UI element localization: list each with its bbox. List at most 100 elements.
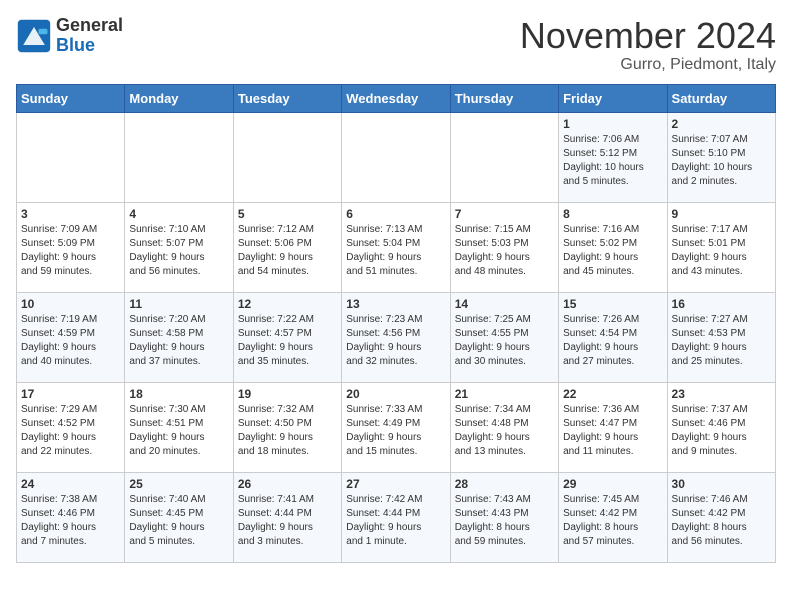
calendar-cell: 29Sunrise: 7:45 AM Sunset: 4:42 PM Dayli… (559, 472, 667, 562)
day-info: Sunrise: 7:30 AM Sunset: 4:51 PM Dayligh… (129, 403, 228, 459)
day-number: 20 (346, 387, 445, 401)
calendar-week-3: 10 Sunrise: 7:19 AM Sunset: 4:59 PM Dayli… (17, 292, 776, 382)
logo-icon (16, 18, 52, 54)
weekday-header-sunday: Sunday (17, 84, 125, 112)
calendar-cell: 10 Sunrise: 7:19 AM Sunset: 4:59 PM Dayli… (17, 292, 125, 382)
day-number: 29 (563, 477, 662, 491)
calendar-week-2: 3 Sunrise: 7:09 AM Sunset: 5:09 PM Daylig… (17, 202, 776, 292)
day-number: 18 (129, 387, 228, 401)
day-number: 1 (563, 117, 662, 131)
day-number: 8 (563, 207, 662, 221)
calendar-cell: 15Sunrise: 7:26 AM Sunset: 4:54 PM Dayli… (559, 292, 667, 382)
day-info: Sunrise: 7:46 AM Sunset: 4:42 PM Dayligh… (672, 493, 771, 549)
calendar-cell: 23 Sunrise: 7:37 AM Sunset: 4:46 PM Dayli… (667, 382, 775, 472)
day-info: Sunrise: 7:26 AM Sunset: 4:54 PM Dayligh… (563, 313, 662, 369)
day-info: Sunrise: 7:36 AM Sunset: 4:47 PM Dayligh… (563, 403, 662, 459)
calendar-table: SundayMondayTuesdayWednesdayThursdayFrid… (16, 84, 776, 563)
day-info: Sunrise: 7:22 AM Sunset: 4:57 PM Dayligh… (238, 313, 337, 369)
day-info: Sunrise: 7:37 AM Sunset: 4:46 PM Dayligh… (672, 403, 771, 459)
calendar-cell: 24 Sunrise: 7:38 AM Sunset: 4:46 PM Dayli… (17, 472, 125, 562)
day-number: 10 (21, 297, 120, 311)
weekday-header-tuesday: Tuesday (233, 84, 341, 112)
day-number: 25 (129, 477, 228, 491)
calendar-cell: 20 Sunrise: 7:33 AM Sunset: 4:49 PM Dayli… (342, 382, 450, 472)
calendar-header: SundayMondayTuesdayWednesdayThursdayFrid… (17, 84, 776, 112)
day-info: Sunrise: 7:42 AM Sunset: 4:44 PM Dayligh… (346, 493, 445, 549)
day-info: Sunrise: 7:38 AM Sunset: 4:46 PM Dayligh… (21, 493, 120, 549)
day-number: 26 (238, 477, 337, 491)
day-info: Sunrise: 7:15 AM Sunset: 5:03 PM Dayligh… (455, 223, 554, 279)
calendar-cell: 25 Sunrise: 7:40 AM Sunset: 4:45 PM Dayli… (125, 472, 233, 562)
day-number: 28 (455, 477, 554, 491)
day-info: Sunrise: 7:12 AM Sunset: 5:06 PM Dayligh… (238, 223, 337, 279)
calendar-cell (17, 112, 125, 202)
calendar-cell: 17Sunrise: 7:29 AM Sunset: 4:52 PM Dayli… (17, 382, 125, 472)
calendar-cell: 11Sunrise: 7:20 AM Sunset: 4:58 PM Dayli… (125, 292, 233, 382)
day-info: Sunrise: 7:09 AM Sunset: 5:09 PM Dayligh… (21, 223, 120, 279)
day-number: 19 (238, 387, 337, 401)
day-number: 3 (21, 207, 120, 221)
day-number: 21 (455, 387, 554, 401)
day-info: Sunrise: 7:17 AM Sunset: 5:01 PM Dayligh… (672, 223, 771, 279)
calendar-body: 1 Sunrise: 7:06 AM Sunset: 5:12 PM Daylig… (17, 112, 776, 562)
calendar-cell: 5Sunrise: 7:12 AM Sunset: 5:06 PM Daylig… (233, 202, 341, 292)
day-info: Sunrise: 7:33 AM Sunset: 4:49 PM Dayligh… (346, 403, 445, 459)
logo: General Blue (16, 16, 123, 56)
calendar-cell: 13 Sunrise: 7:23 AM Sunset: 4:56 PM Dayli… (342, 292, 450, 382)
day-info: Sunrise: 7:41 AM Sunset: 4:44 PM Dayligh… (238, 493, 337, 549)
calendar-cell: 28 Sunrise: 7:43 AM Sunset: 4:43 PM Dayli… (450, 472, 558, 562)
calendar-cell: 16Sunrise: 7:27 AM Sunset: 4:53 PM Dayli… (667, 292, 775, 382)
weekday-header-saturday: Saturday (667, 84, 775, 112)
logo-blue: Blue (56, 35, 95, 55)
day-number: 30 (672, 477, 771, 491)
page-header: General Blue November 2024 Gurro, Piedmo… (16, 16, 776, 74)
calendar-cell (450, 112, 558, 202)
calendar-cell: 14 Sunrise: 7:25 AM Sunset: 4:55 PM Dayli… (450, 292, 558, 382)
calendar-cell: 22 Sunrise: 7:36 AM Sunset: 4:47 PM Dayli… (559, 382, 667, 472)
day-info: Sunrise: 7:40 AM Sunset: 4:45 PM Dayligh… (129, 493, 228, 549)
day-number: 27 (346, 477, 445, 491)
day-number: 13 (346, 297, 445, 311)
logo-general: General (56, 15, 123, 35)
day-number: 24 (21, 477, 120, 491)
day-info: Sunrise: 7:07 AM Sunset: 5:10 PM Dayligh… (672, 133, 771, 189)
day-number: 4 (129, 207, 228, 221)
day-number: 22 (563, 387, 662, 401)
day-info: Sunrise: 7:16 AM Sunset: 5:02 PM Dayligh… (563, 223, 662, 279)
day-number: 9 (672, 207, 771, 221)
day-info: Sunrise: 7:43 AM Sunset: 4:43 PM Dayligh… (455, 493, 554, 549)
day-info: Sunrise: 7:06 AM Sunset: 5:12 PM Dayligh… (563, 133, 662, 189)
calendar-cell: 8 Sunrise: 7:16 AM Sunset: 5:02 PM Daylig… (559, 202, 667, 292)
calendar-cell: 27 Sunrise: 7:42 AM Sunset: 4:44 PM Dayli… (342, 472, 450, 562)
calendar-cell: 21 Sunrise: 7:34 AM Sunset: 4:48 PM Dayli… (450, 382, 558, 472)
day-number: 12 (238, 297, 337, 311)
calendar-week-4: 17Sunrise: 7:29 AM Sunset: 4:52 PM Dayli… (17, 382, 776, 472)
calendar-cell: 19Sunrise: 7:32 AM Sunset: 4:50 PM Dayli… (233, 382, 341, 472)
weekday-header-thursday: Thursday (450, 84, 558, 112)
day-number: 23 (672, 387, 771, 401)
day-info: Sunrise: 7:34 AM Sunset: 4:48 PM Dayligh… (455, 403, 554, 459)
weekday-header-row: SundayMondayTuesdayWednesdayThursdayFrid… (17, 84, 776, 112)
calendar-cell: 9 Sunrise: 7:17 AM Sunset: 5:01 PM Daylig… (667, 202, 775, 292)
calendar-cell: 26 Sunrise: 7:41 AM Sunset: 4:44 PM Dayli… (233, 472, 341, 562)
calendar-cell: 1 Sunrise: 7:06 AM Sunset: 5:12 PM Daylig… (559, 112, 667, 202)
day-info: Sunrise: 7:19 AM Sunset: 4:59 PM Dayligh… (21, 313, 120, 369)
calendar-cell (342, 112, 450, 202)
day-info: Sunrise: 7:23 AM Sunset: 4:56 PM Dayligh… (346, 313, 445, 369)
weekday-header-wednesday: Wednesday (342, 84, 450, 112)
day-info: Sunrise: 7:13 AM Sunset: 5:04 PM Dayligh… (346, 223, 445, 279)
weekday-header-friday: Friday (559, 84, 667, 112)
logo-text: General Blue (56, 16, 123, 56)
day-number: 6 (346, 207, 445, 221)
day-number: 14 (455, 297, 554, 311)
calendar-cell (125, 112, 233, 202)
title-block: November 2024 Gurro, Piedmont, Italy (520, 16, 776, 74)
calendar-cell: 4 Sunrise: 7:10 AM Sunset: 5:07 PM Daylig… (125, 202, 233, 292)
calendar-cell (233, 112, 341, 202)
calendar-cell: 18 Sunrise: 7:30 AM Sunset: 4:51 PM Dayli… (125, 382, 233, 472)
day-number: 2 (672, 117, 771, 131)
day-info: Sunrise: 7:20 AM Sunset: 4:58 PM Dayligh… (129, 313, 228, 369)
day-info: Sunrise: 7:27 AM Sunset: 4:53 PM Dayligh… (672, 313, 771, 369)
day-info: Sunrise: 7:25 AM Sunset: 4:55 PM Dayligh… (455, 313, 554, 369)
day-info: Sunrise: 7:10 AM Sunset: 5:07 PM Dayligh… (129, 223, 228, 279)
